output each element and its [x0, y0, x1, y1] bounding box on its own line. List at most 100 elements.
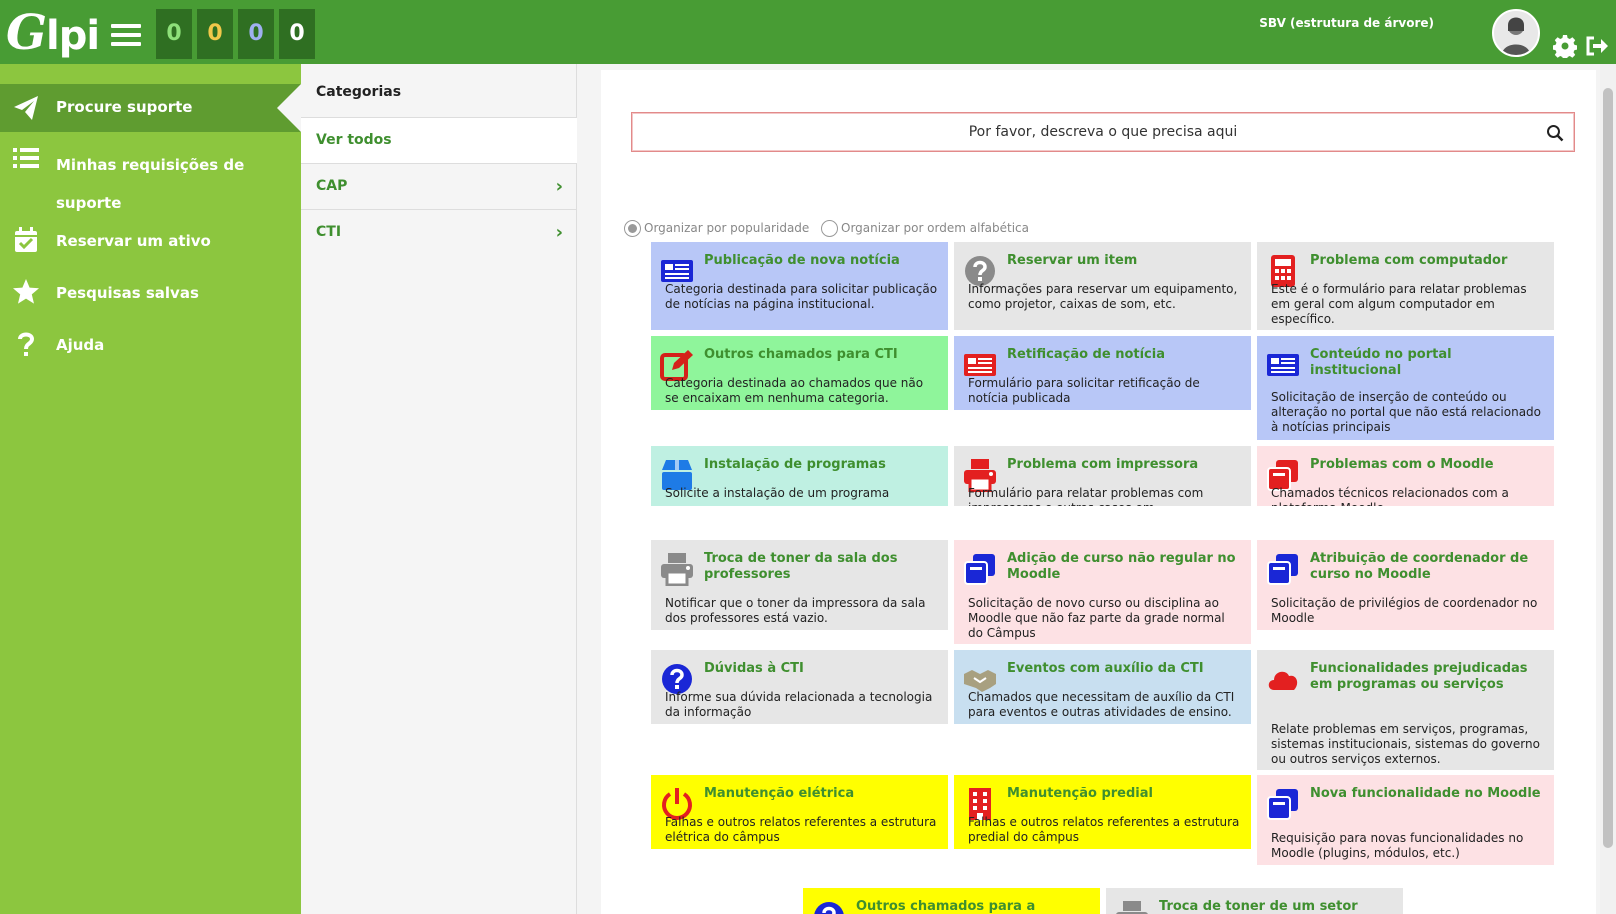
avatar-icon — [1494, 11, 1538, 55]
user-entity-name[interactable]: SBV (estrutura de árvore) — [1259, 16, 1434, 30]
form-card-title[interactable]: Reservar um item — [1007, 253, 1241, 269]
category-cap[interactable]: CAP › — [301, 164, 577, 210]
sort-by-popularity[interactable]: Organizar por popularidade — [624, 220, 809, 237]
sidebar-item-reservar-ativo[interactable]: Reservar um ativo — [0, 224, 301, 264]
radio-popularity[interactable] — [624, 220, 641, 237]
question-icon — [18, 332, 35, 356]
form-card[interactable]: Problema com computador Este é o formulár… — [1257, 242, 1554, 330]
form-card-description: Notificar que o toner da impressora da s… — [665, 596, 926, 625]
form-card-title[interactable]: Manutenção predial — [1007, 786, 1241, 802]
form-card[interactable]: Problema com impressora Formulário para r… — [954, 446, 1251, 506]
hamburger-menu-icon[interactable] — [111, 24, 141, 48]
form-card[interactable]: Reservar um item Informações para reserva… — [954, 242, 1251, 330]
form-card-title[interactable]: Outros chamados para CTI — [704, 347, 938, 363]
scrollbar-thumb[interactable] — [1603, 88, 1613, 848]
form-card-title[interactable]: Troca de toner da sala dos professores — [704, 551, 938, 583]
paper-plane-icon — [14, 96, 38, 120]
form-card[interactable]: Instalação de programas Solicite a instal… — [651, 446, 948, 506]
newspaper-icon — [1266, 348, 1300, 382]
sidebar-item-procure-suporte[interactable]: Procure suporte — [0, 84, 301, 132]
ticket-counter-pending[interactable]: 0 — [238, 9, 274, 59]
radio-alphabetical[interactable] — [821, 220, 838, 237]
ticket-counter-solved[interactable]: 0 — [279, 9, 315, 59]
form-card-title[interactable]: Problemas com o Moodle — [1310, 457, 1544, 473]
form-card[interactable]: Retificação de notícia Formulário para so… — [954, 336, 1251, 410]
form-card-description: Relate problemas em serviços, programas,… — [1271, 722, 1540, 766]
form-card-title[interactable]: Troca de toner de um setor — [1159, 899, 1393, 914]
star-icon — [13, 279, 39, 304]
sidebar-item-pesquisas-salvas[interactable]: Pesquisas salvas — [0, 276, 301, 316]
category-ver-todos[interactable]: Ver todos — [301, 118, 577, 164]
form-card-title[interactable]: Problema com impressora — [1007, 457, 1241, 473]
question-circle-icon — [812, 900, 846, 914]
form-card-description: Falhas e outros relatos referentes a est… — [665, 815, 937, 844]
form-card[interactable]: Adição de curso não regular no Moodle Sol… — [954, 540, 1251, 644]
sort-alphabetical[interactable]: Organizar por ordem alfabética — [821, 220, 1029, 237]
form-card-description: Chamados técnicos relacionados com a pla… — [1271, 486, 1509, 506]
form-card-title[interactable]: Publicação de nova notícia — [704, 253, 938, 269]
form-card-description: Formulário para relatar problemas com im… — [968, 486, 1204, 506]
form-card[interactable]: Troca de toner da sala dos professores No… — [651, 540, 948, 630]
categories-title: Categorias — [301, 64, 577, 118]
form-card[interactable]: Eventos com auxílio da CTI Chamados que n… — [954, 650, 1251, 724]
printer-icon — [1115, 900, 1149, 914]
search-box[interactable] — [631, 112, 1575, 152]
sidebar: Procure suporte Minhas requisições de su… — [0, 64, 301, 914]
form-card-title[interactable]: Instalação de programas — [704, 457, 938, 473]
form-card[interactable]: Dúvidas à CTI Informe sua dúvida relacion… — [651, 650, 948, 724]
form-card[interactable]: Manutenção elétrica Falhas e outros relat… — [651, 775, 948, 849]
form-card[interactable]: Conteúdo no portal institucional Solicita… — [1257, 336, 1554, 440]
form-card[interactable]: Nova funcionalidade no Moodle Requisição … — [1257, 775, 1554, 865]
list-icon — [13, 148, 39, 168]
form-card-title[interactable]: Retificação de notícia — [1007, 347, 1241, 363]
gear-icon[interactable] — [1553, 34, 1577, 58]
chevron-right-icon: › — [555, 176, 563, 197]
form-card-description: Este é o formulário para relatar problem… — [1271, 282, 1527, 326]
search-input[interactable] — [632, 113, 1574, 151]
form-card-description: Solicite a instalação de um programa — [665, 486, 890, 500]
form-card-title[interactable]: Problema com computador — [1310, 253, 1544, 269]
form-card-description: Requisição para novas funcionalidades no… — [1271, 831, 1524, 860]
form-card-description: Categoria destinada ao chamados que não … — [665, 376, 924, 405]
search-icon[interactable] — [1546, 124, 1564, 142]
sidebar-item-label: Minhas requisições de suporte — [56, 156, 245, 212]
clone-icon — [963, 552, 997, 586]
form-card-title[interactable]: Eventos com auxílio da CTI — [1007, 661, 1241, 677]
clone-icon — [1266, 552, 1300, 586]
top-bar: Glpi 0 0 0 0 SBV (estrutura de árvore) — [0, 0, 1616, 64]
vertical-scrollbar[interactable] — [1600, 64, 1616, 914]
form-card-description: Informações para reservar um equipamento… — [968, 282, 1238, 311]
form-card-title[interactable]: Conteúdo no portal institucional — [1310, 347, 1544, 379]
chevron-right-icon: › — [555, 222, 563, 243]
form-card[interactable]: Problemas com o Moodle Chamados técnicos … — [1257, 446, 1554, 506]
sidebar-item-ajuda[interactable]: Ajuda — [0, 328, 301, 368]
form-card[interactable]: Outros chamados para CTI Categoria destin… — [651, 336, 948, 410]
form-card-title[interactable]: Manutenção elétrica — [704, 786, 938, 802]
logout-icon[interactable] — [1584, 34, 1608, 58]
glpi-logo[interactable]: Glpi — [6, 6, 100, 60]
sidebar-item-label: Reservar um ativo — [56, 232, 211, 250]
form-card-description: Solicitação de novo curso ou disciplina … — [968, 596, 1225, 640]
form-card[interactable]: Manutenção predial Falhas e outros relato… — [954, 775, 1251, 849]
sidebar-item-label: Pesquisas salvas — [56, 284, 199, 302]
form-card-description: Categoria destinada para solicitar publi… — [665, 282, 938, 311]
form-card-description: Solicitação de privilégios de coordenado… — [1271, 596, 1538, 625]
form-card-description: Chamados que necessitam de auxílio da CT… — [968, 690, 1235, 719]
form-card[interactable]: Atribuição de coordenador de curso no Mo… — [1257, 540, 1554, 630]
form-card-title[interactable]: Outros chamados para a — [856, 899, 1090, 914]
ticket-counter-new[interactable]: 0 — [156, 9, 192, 59]
form-card-title[interactable]: Atribuição de coordenador de curso no Mo… — [1310, 551, 1544, 583]
user-avatar[interactable] — [1492, 9, 1540, 57]
form-card[interactable]: Publicação de nova notícia Categoria dest… — [651, 242, 948, 330]
category-cti[interactable]: CTI › — [301, 210, 577, 256]
categories-panel: Categorias Ver todos CAP › CTI › — [301, 64, 577, 914]
form-card-title[interactable]: Funcionalidades prejudicadas em programa… — [1310, 661, 1544, 693]
sidebar-item-minhas-requisicoes[interactable]: Minhas requisições de suporte — [0, 140, 301, 214]
form-card[interactable]: Troca de toner de um setor — [1106, 888, 1403, 914]
form-card-title[interactable]: Nova funcionalidade no Moodle — [1310, 786, 1544, 802]
ticket-counter-processing[interactable]: 0 — [197, 9, 233, 59]
form-card-title[interactable]: Dúvidas à CTI — [704, 661, 938, 677]
form-card[interactable]: Outros chamados para a — [803, 888, 1100, 914]
form-card-title[interactable]: Adição de curso não regular no Moodle — [1007, 551, 1241, 583]
form-card[interactable]: Funcionalidades prejudicadas em programa… — [1257, 650, 1554, 770]
